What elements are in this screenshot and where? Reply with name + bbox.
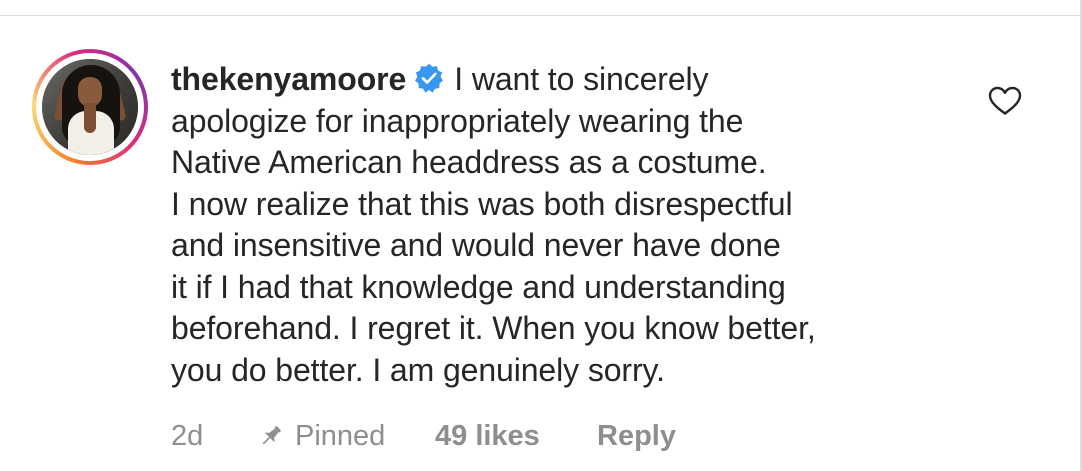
comment-text-line: beforehand. I regret it. When you know b…: [171, 310, 816, 346]
avatar-story-ring[interactable]: [32, 49, 148, 165]
comment-text-line: you do better. I am genuinely sorry.: [171, 351, 665, 388]
comment-text-line: I want to sincerely: [454, 61, 709, 97]
pinned-label: Pinned: [295, 419, 386, 452]
comment-text-line: apologize for inappropriately wearing th…: [171, 102, 744, 139]
like-button[interactable]: [988, 86, 1022, 116]
comment-timestamp[interactable]: 2d: [171, 420, 257, 453]
pinned-indicator: Pinned: [257, 420, 435, 453]
pin-icon: [257, 422, 285, 450]
comment-meta-row: 2d Pinned 49 likes Reply: [171, 416, 676, 456]
heart-icon: [988, 86, 1022, 115]
reply-button[interactable]: Reply: [597, 420, 676, 453]
comment-username[interactable]: thekenyamoore: [171, 61, 406, 97]
likes-count[interactable]: 49 likes: [435, 420, 597, 453]
verified-badge-icon: [414, 63, 444, 93]
comment-text-line: Native American headdress as a costume.: [171, 144, 767, 180]
avatar[interactable]: [42, 59, 138, 155]
comment-first-line: thekenyamoore I want to sincerely: [171, 59, 951, 101]
comment: thekenyamoore I want to sincerely apologi…: [0, 0, 1082, 471]
comment-body: thekenyamoore I want to sincerely apologi…: [171, 59, 951, 391]
comment-text-line: I now realize that this was both disresp…: [171, 185, 793, 222]
avatar-neckline: [84, 111, 96, 133]
comment-text-line: and insensitive and would never have don…: [171, 227, 781, 263]
comment-text-line: it if I had that knowledge and understan…: [171, 268, 786, 305]
